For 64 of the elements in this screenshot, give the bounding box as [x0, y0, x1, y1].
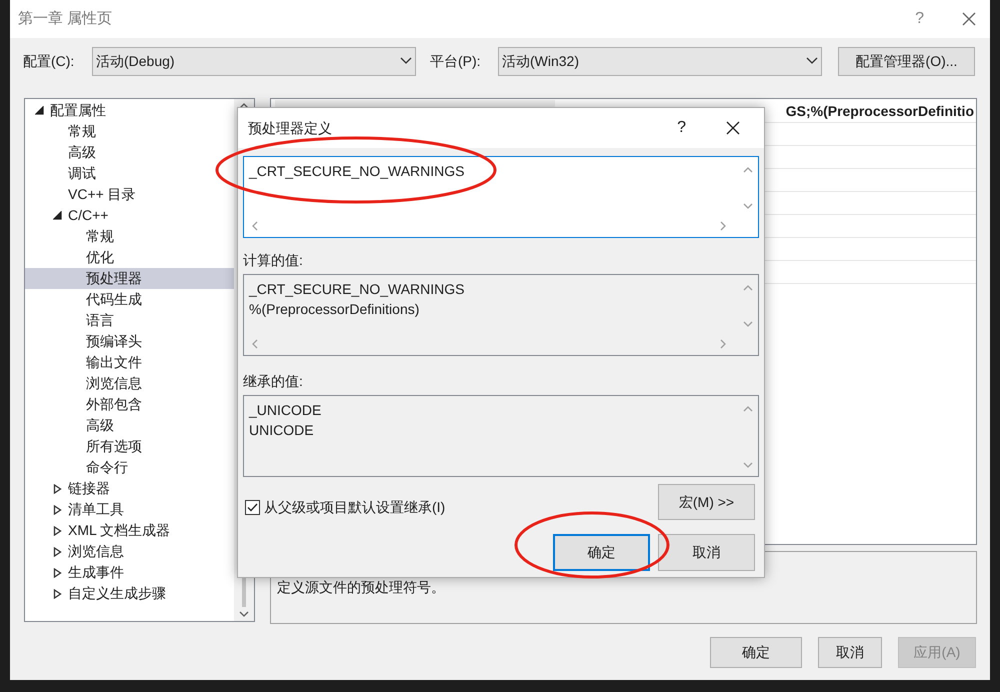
configuration-manager-button[interactable]: 配置管理器(O)...: [838, 46, 975, 76]
tree-item[interactable]: 自定义生成步骤: [25, 583, 234, 604]
collapsed-triangle-icon[interactable]: [53, 588, 62, 598]
definitions-input-field[interactable]: _CRT_SECURE_NO_WARNINGS: [243, 156, 759, 238]
help-button[interactable]: ?: [677, 116, 686, 140]
tree-item[interactable]: 常规: [25, 226, 234, 247]
tree-item[interactable]: 常规: [25, 121, 234, 142]
property-value: GS;%(PreprocessorDefinitio: [786, 102, 974, 121]
tree-item[interactable]: C/C++: [25, 205, 234, 226]
tree-item[interactable]: 外部包含: [25, 394, 234, 415]
tree-item[interactable]: 浏览信息: [25, 541, 234, 562]
dialog-button[interactable]: 取消: [658, 534, 755, 571]
expanded-triangle-icon[interactable]: [35, 106, 44, 115]
dialog-button[interactable]: 确定: [553, 534, 650, 571]
tree-item[interactable]: 代码生成: [25, 289, 234, 310]
tree-item[interactable]: 预处理器: [25, 268, 234, 289]
checkmark-icon[interactable]: [247, 503, 258, 512]
tree-item[interactable]: 命令行: [25, 457, 234, 478]
tree-item[interactable]: 生成事件: [25, 562, 234, 583]
dialog-button[interactable]: 取消: [818, 637, 882, 668]
collapsed-triangle-icon[interactable]: [53, 526, 62, 536]
tree-item[interactable]: 输出文件: [25, 352, 234, 373]
dialog-title: 预处理器定义: [248, 118, 332, 138]
computed-values-label: 计算的值:: [243, 251, 304, 270]
collapsed-triangle-icon[interactable]: [53, 504, 62, 514]
dropdown-caret-icon[interactable]: [806, 57, 818, 65]
tree-item[interactable]: 高级: [25, 415, 234, 436]
tree-item[interactable]: 所有选项: [25, 436, 234, 457]
configuration-dropdown[interactable]: 活动(Debug): [92, 46, 416, 76]
computed-values-box: _CRT_SECURE_NO_WARNINGS %(PreprocessorDefinitions): [243, 274, 759, 356]
tree-item[interactable]: VC++ 目录: [25, 184, 234, 205]
scroll-down-icon[interactable]: [239, 611, 249, 617]
scroll-left-icon[interactable]: [252, 221, 258, 231]
configuration-label: 配置(C):: [23, 52, 76, 71]
tree-item[interactable]: 清单工具: [25, 499, 234, 520]
scroll-up-icon[interactable]: [239, 103, 249, 109]
inherit-checkbox-label: 从父级或项目默认设置继承(I): [264, 498, 446, 517]
collapsed-triangle-icon[interactable]: [53, 546, 62, 556]
inherit-checkbox[interactable]: [245, 500, 260, 515]
tree-item[interactable]: 调试: [25, 163, 234, 184]
help-button[interactable]: ?: [915, 7, 924, 31]
description-text: 定义源文件的预处理符号。: [277, 579, 445, 595]
dialog-button[interactable]: 确定: [710, 637, 802, 668]
tree-item[interactable]: 高级: [25, 142, 234, 163]
tree-item[interactable]: XML 文档生成器: [25, 520, 234, 541]
inherited-values-box: _UNICODE UNICODE: [243, 395, 759, 477]
tree-item[interactable]: 预编译头: [25, 331, 234, 352]
inherited-values-label: 继承的值:: [243, 372, 304, 391]
dropdown-caret-icon[interactable]: [400, 57, 412, 65]
scroll-right-icon[interactable]: [720, 221, 726, 231]
tree-item[interactable]: 语言: [25, 310, 234, 331]
collapsed-triangle-icon[interactable]: [53, 568, 62, 578]
platform-label: 平台(P):: [430, 52, 482, 71]
window-title: 第一章 属性页: [18, 8, 112, 29]
macros-button[interactable]: 宏(M) >>: [658, 484, 755, 520]
expanded-triangle-icon[interactable]: [53, 211, 62, 220]
tree-item[interactable]: 链接器: [25, 478, 234, 499]
platform-dropdown[interactable]: 活动(Win32): [498, 46, 822, 76]
tree-item[interactable]: 配置属性: [25, 100, 234, 121]
tree-item[interactable]: 浏览信息: [25, 373, 234, 394]
close-icon[interactable]: [726, 121, 740, 135]
collapsed-triangle-icon[interactable]: [53, 484, 62, 494]
tree-item[interactable]: 优化: [25, 247, 234, 268]
scroll-down-icon[interactable]: [743, 203, 753, 209]
